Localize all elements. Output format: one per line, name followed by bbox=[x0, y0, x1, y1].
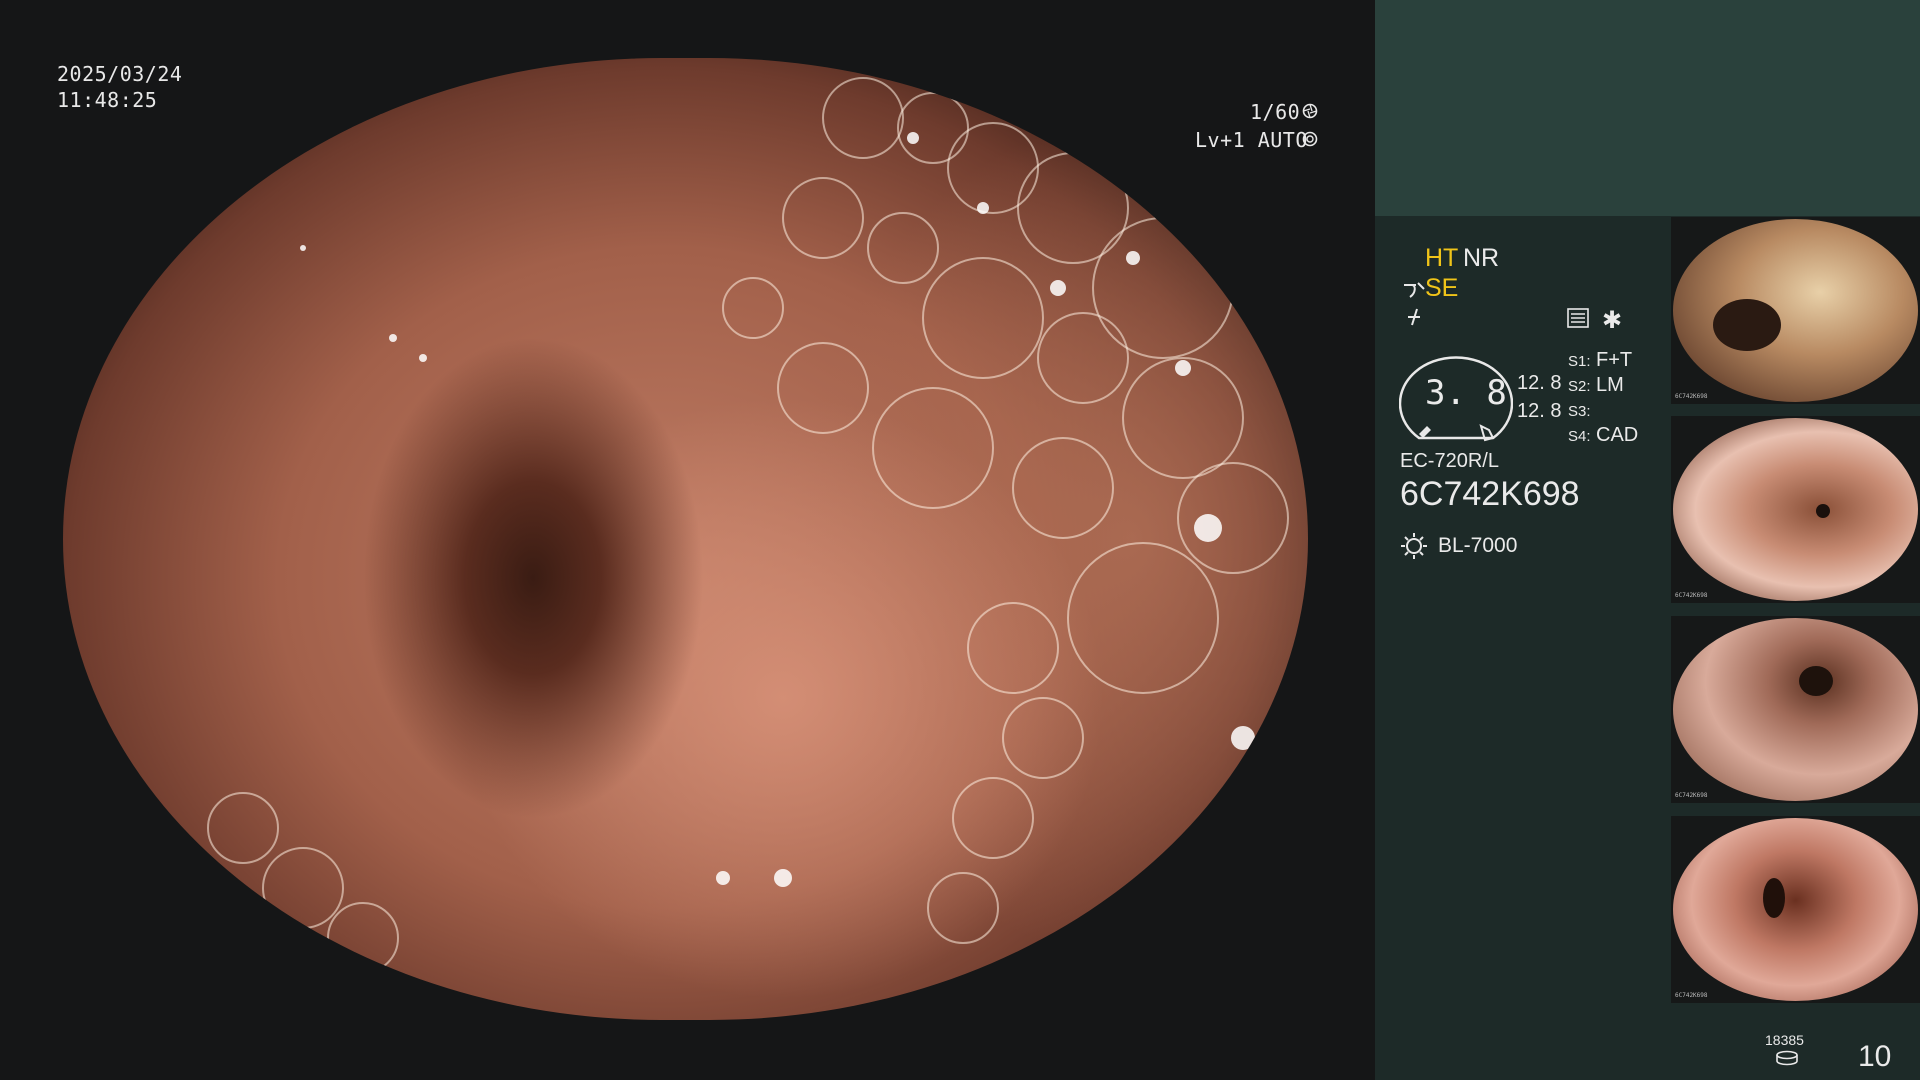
function-icon bbox=[1404, 307, 1424, 327]
thumbnail-1-label: 6C742K698 bbox=[1675, 393, 1708, 400]
scope-model: EC-720R/L bbox=[1400, 450, 1499, 472]
time-label: 11:48:25 bbox=[57, 88, 158, 112]
value-2: 12. 8 bbox=[1517, 400, 1562, 422]
storage-count: 18385 bbox=[1765, 1032, 1804, 1048]
endoscope-image bbox=[63, 58, 1308, 1020]
shutter-label: 1/60 bbox=[1250, 100, 1301, 124]
image-count: 10 bbox=[1858, 1040, 1892, 1073]
thumbnail-2-label: 6C742K698 bbox=[1675, 592, 1708, 599]
shutter-icon bbox=[1302, 103, 1318, 119]
light-source-icon bbox=[1400, 532, 1428, 560]
info-panel: HT NR SE ✱ 3. 8 12. 8 12. 8 S1: F+T S2: … bbox=[1375, 0, 1920, 1080]
s1-key: S1: bbox=[1568, 353, 1591, 370]
thumbnail-4-label: 6C742K698 bbox=[1675, 992, 1708, 999]
value-1: 12. 8 bbox=[1517, 372, 1562, 394]
scope-serial: 6C742K698 bbox=[1400, 475, 1580, 513]
s2-value: LM bbox=[1596, 374, 1624, 396]
level-auto-label: Lv+1 AUTO bbox=[1195, 128, 1308, 152]
s2-key: S2: bbox=[1568, 378, 1591, 395]
thumbnail-4[interactable]: 6C742K698 bbox=[1671, 816, 1920, 1003]
endoscope-video: 2025/03/24 11:48:25 1/60 Lv+1 AUTO bbox=[0, 0, 1375, 1080]
thumbnail-2[interactable]: 6C742K698 bbox=[1671, 416, 1920, 603]
ht-label: HT bbox=[1425, 244, 1459, 272]
s4-value: CAD bbox=[1596, 424, 1639, 446]
menu-icon bbox=[1567, 308, 1589, 328]
storage-icon bbox=[1775, 1050, 1799, 1066]
light-source-label: BL-7000 bbox=[1438, 534, 1518, 557]
thumbnail-1[interactable]: 6C742K698 bbox=[1671, 217, 1920, 404]
thumbnail-3[interactable]: 6C742K698 bbox=[1671, 616, 1920, 803]
se-label: SE bbox=[1425, 274, 1459, 302]
s1-value: F+T bbox=[1596, 349, 1633, 371]
s3-key: S3: bbox=[1568, 403, 1591, 420]
thumbnail-3-label: 6C742K698 bbox=[1675, 792, 1708, 799]
panel-header-area bbox=[1375, 0, 1920, 216]
mucosa-bubbles bbox=[207, 77, 1289, 974]
zoom-value: 3. 8 bbox=[1425, 373, 1507, 413]
date-label: 2025/03/24 bbox=[57, 62, 183, 86]
scope-icon bbox=[1402, 279, 1426, 299]
nr-label: NR bbox=[1463, 244, 1500, 272]
s4-key: S4: bbox=[1568, 428, 1591, 445]
auto-iris-icon bbox=[1302, 131, 1318, 147]
asterisk-icon: ✱ bbox=[1602, 307, 1623, 334]
